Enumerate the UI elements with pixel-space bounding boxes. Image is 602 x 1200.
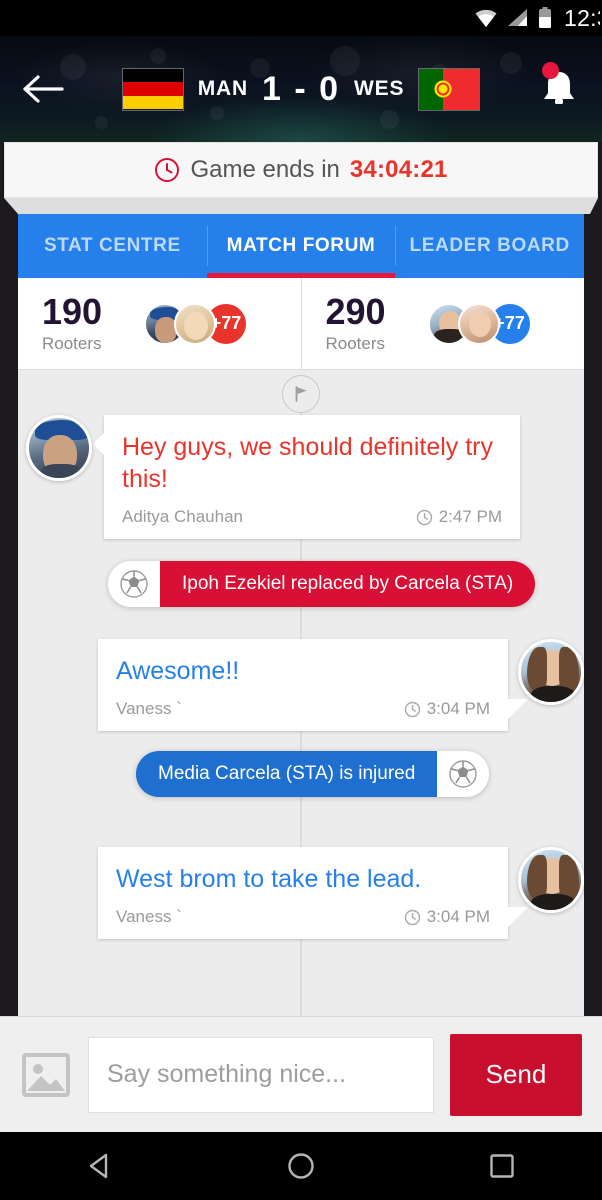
- message-time-text: 3:04 PM: [426, 699, 490, 718]
- clock-icon: [404, 701, 420, 717]
- rooters-home-label: Rooters: [42, 333, 102, 353]
- image-picker-icon: [22, 1052, 70, 1097]
- content-panel: STAT CENTRE MATCH FORUM LEADER BOARD 190…: [18, 214, 584, 1016]
- message-input-placeholder: Say something nice...: [107, 1060, 347, 1088]
- message-bubble: West brom to take the lead. Vaness ` 3:0…: [98, 847, 528, 939]
- nav-home-icon: [288, 1153, 314, 1179]
- message-author: Vaness `: [116, 907, 182, 926]
- away-team-abbr: WES: [354, 77, 405, 100]
- message-item[interactable]: Hey guys, we should definitely try this!…: [26, 415, 536, 539]
- send-button[interactable]: Send: [450, 1033, 582, 1116]
- nav-home-button[interactable]: [256, 1132, 346, 1200]
- bubble-tail: [506, 907, 528, 929]
- message-item[interactable]: Awesome!! Vaness ` 3:04 PM: [78, 639, 584, 731]
- game-countdown-bar: Game ends in 34:04:21: [4, 142, 598, 198]
- avatar[interactable]: [26, 415, 92, 481]
- notification-badge-dot: [542, 62, 559, 79]
- scoreboard[interactable]: MAN 1 - 0 WES: [86, 67, 516, 111]
- flag-marker-icon: [282, 375, 320, 413]
- notification-button[interactable]: [516, 36, 602, 142]
- android-nav-bar: [0, 1132, 602, 1200]
- nav-back-button[interactable]: [55, 1132, 145, 1200]
- status-bar-time: 12:3: [564, 4, 600, 31]
- event-pill-text: Media Carcela (STA) is injured: [136, 751, 438, 797]
- message-time: 3:04 PM: [404, 907, 490, 927]
- match-header: MAN 1 - 0 WES: [0, 36, 602, 142]
- game-countdown-value: 34:04:21: [349, 156, 448, 183]
- home-team-abbr: MAN: [197, 77, 248, 100]
- tab-divider: [395, 226, 397, 266]
- rooters-home[interactable]: 190 Rooters +77: [18, 278, 301, 369]
- avatar: [174, 302, 216, 345]
- nav-back-icon: [90, 1153, 108, 1179]
- image-picker-button[interactable]: [20, 1051, 72, 1099]
- tab-match-forum[interactable]: MATCH FORUM: [206, 214, 396, 278]
- bubble-tail: [506, 699, 528, 721]
- tab-divider: [206, 226, 208, 266]
- rooters-away-avatars[interactable]: +77: [427, 301, 532, 346]
- game-countdown-label: Game ends in: [190, 156, 340, 183]
- event-pill[interactable]: Media Carcela (STA) is injured: [136, 751, 490, 797]
- message-author: Vaness `: [116, 699, 182, 718]
- tab-leader-board[interactable]: LEADER BOARD: [395, 214, 584, 278]
- message-bubble: Hey guys, we should definitely try this!…: [93, 415, 520, 539]
- nav-recents-icon: [489, 1154, 514, 1178]
- rooters-away-count: 290: [325, 290, 386, 332]
- rooters-home-count: 190: [42, 290, 103, 332]
- tab-bar: STAT CENTRE MATCH FORUM LEADER BOARD: [18, 214, 584, 278]
- match-score: 1 - 0: [261, 69, 341, 108]
- clock-icon: [404, 909, 420, 925]
- back-arrow-icon: [23, 75, 64, 103]
- tab-stat-centre-label: STAT CENTRE: [43, 235, 181, 256]
- phone-screen: 12:3 MAN 1 - 0 WES: [0, 0, 602, 1200]
- message-bubble: Awesome!! Vaness ` 3:04 PM: [98, 639, 528, 731]
- avatar[interactable]: [518, 847, 584, 913]
- clock-icon: [416, 509, 432, 525]
- message-time-text: 2:47 PM: [438, 507, 502, 526]
- battery-icon: [539, 7, 551, 28]
- message-text: West brom to take the lead.: [116, 865, 422, 893]
- message-input[interactable]: Say something nice...: [88, 1036, 434, 1113]
- rooters-away[interactable]: 290 Rooters +77: [300, 278, 585, 369]
- portugal-flag-icon: [418, 67, 481, 111]
- nav-recents-button[interactable]: [457, 1132, 547, 1200]
- rooters-away-label: Rooters: [325, 333, 386, 353]
- soccer-ball-icon: [437, 751, 490, 797]
- tab-match-forum-label: MATCH FORUM: [226, 235, 376, 256]
- bubble-tail: [93, 433, 104, 455]
- match-forum-feed[interactable]: Hey guys, we should definitely try this!…: [18, 371, 584, 1016]
- clock-icon: [155, 158, 180, 182]
- event-pill[interactable]: Ipoh Ezekiel replaced by Carcela (STA): [108, 561, 536, 607]
- message-item[interactable]: West brom to take the lead. Vaness ` 3:0…: [78, 847, 584, 939]
- message-time: 3:04 PM: [404, 699, 490, 719]
- message-text: Awesome!!: [116, 657, 240, 685]
- avatar: [457, 302, 500, 345]
- rooters-home-avatars[interactable]: +77: [144, 301, 248, 346]
- back-button[interactable]: [0, 36, 86, 142]
- message-time-text: 3:04 PM: [426, 907, 490, 926]
- message-time: 2:47 PM: [416, 507, 502, 527]
- avatar[interactable]: [518, 639, 584, 705]
- soccer-ball-icon: [108, 561, 160, 607]
- event-pill-text: Ipoh Ezekiel replaced by Carcela (STA): [160, 561, 536, 607]
- wifi-icon: [475, 9, 497, 27]
- signal-icon: [508, 9, 527, 26]
- card-fold-edge: [4, 198, 598, 214]
- rooters-bar: 190 Rooters +77 290 Rooters +77: [18, 278, 584, 370]
- message-text: Hey guys, we should definitely try this!: [122, 433, 494, 493]
- message-author: Aditya Chauhan: [122, 507, 243, 526]
- tab-stat-centre[interactable]: STAT CENTRE: [18, 214, 207, 278]
- composer-bar: Say something nice... Send: [0, 1016, 602, 1132]
- status-bar: 12:3: [0, 0, 602, 36]
- tab-leader-board-label: LEADER BOARD: [409, 235, 570, 256]
- germany-flag-icon: [121, 67, 184, 111]
